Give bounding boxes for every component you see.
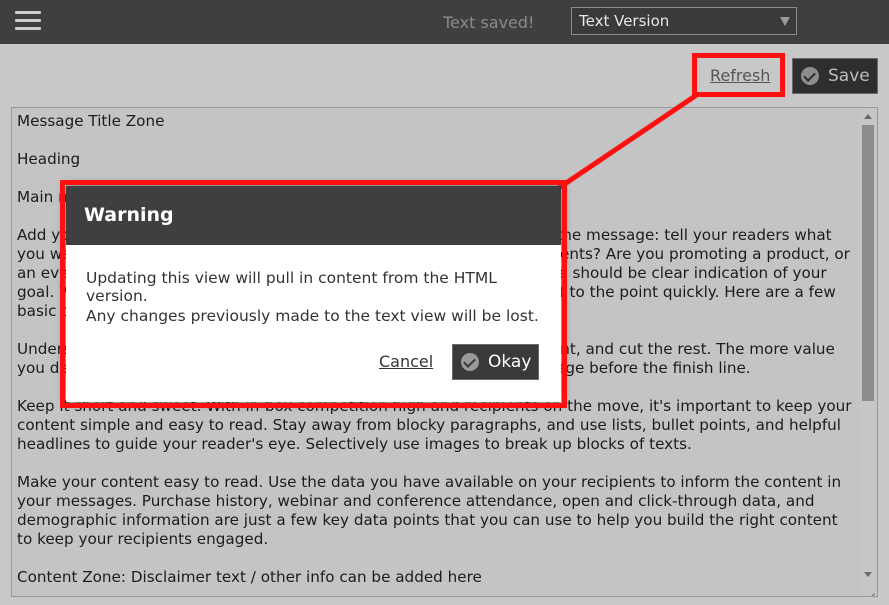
editor-paragraph: Content Zone: Disclaimer text / other in… [17,568,482,586]
version-select-value: Text Version [579,12,670,30]
dropdown-arrow-icon [780,17,790,26]
save-button-label: Save [828,66,870,86]
top-bar: Text saved! Text Version [0,0,889,44]
dialog-highlight-box [60,180,567,408]
resize-grip-icon[interactable] [865,584,875,594]
save-status: Text saved! [443,13,535,32]
hamburger-menu-icon[interactable] [13,7,43,35]
refresh-highlight-box [692,53,785,97]
editor-paragraph: Heading [17,150,81,168]
save-button[interactable]: Save [792,58,878,94]
editor-scrollbar[interactable] [860,109,876,595]
editor-paragraph: Message Title Zone [17,112,165,130]
scroll-up-icon[interactable] [864,114,872,119]
editor-paragraph: Make your content easy to read. Use the … [17,473,842,548]
scroll-down-icon[interactable] [864,572,872,577]
scrollbar-thumb[interactable] [862,125,874,401]
version-select[interactable]: Text Version [571,7,797,35]
check-circle-icon [801,67,819,85]
